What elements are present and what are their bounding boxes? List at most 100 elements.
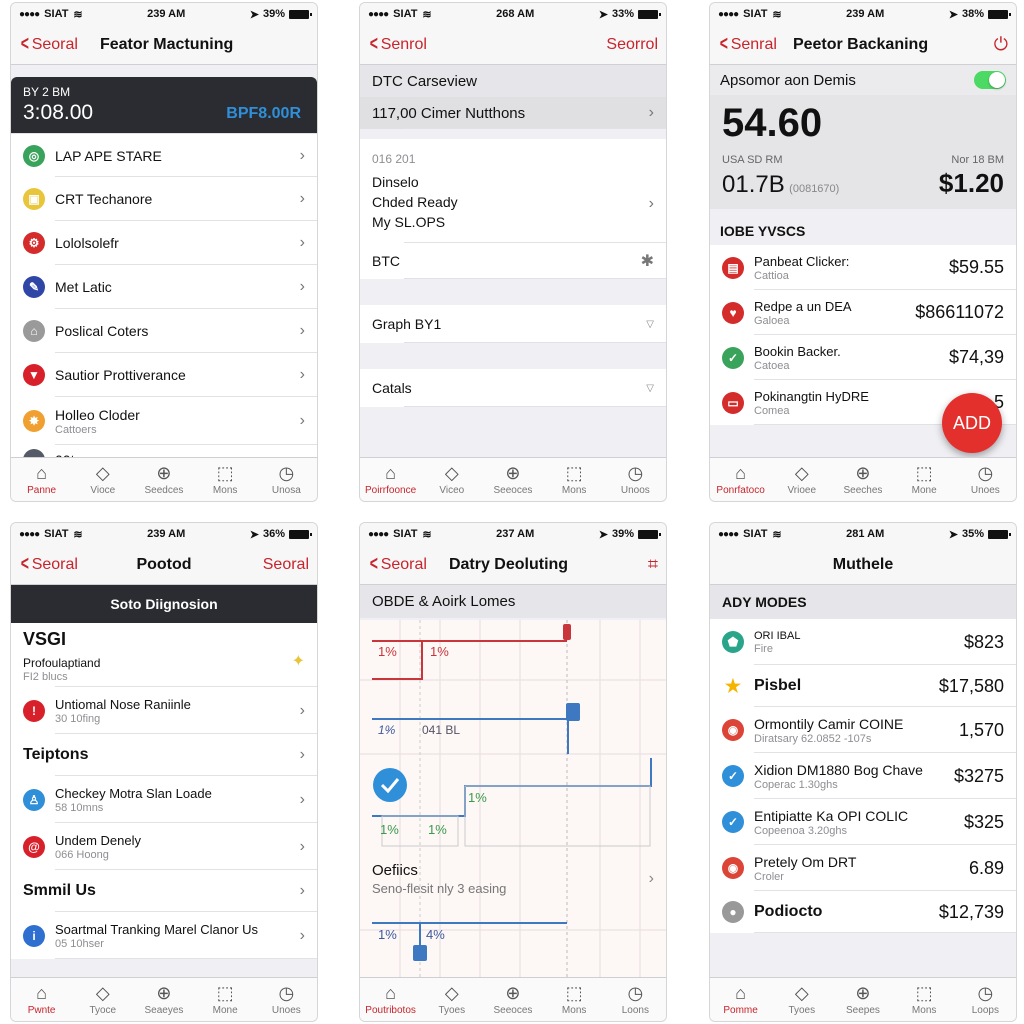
grid-globe-icon: ⊕ xyxy=(505,983,521,1003)
chevron-left-icon: < xyxy=(369,553,378,575)
home-icon: ⌂ xyxy=(735,463,747,483)
tab-diamond[interactable]: ◇ Tyoce xyxy=(75,983,131,1016)
tab-bar: ⌂ Pwnte ◇ Tyoce ⊕ Seaeyes ⬚ Mone ◷ Unoes xyxy=(11,977,317,1021)
tab-chart[interactable]: ⬚ Mons xyxy=(546,463,602,496)
list-item[interactable]: ✎ Met Latic › xyxy=(11,265,317,309)
tab-home[interactable]: ⌂ Pomme xyxy=(713,983,769,1016)
list-item[interactable]: ♙ Checkey Motra Slan Loade 58 10mns › xyxy=(11,776,317,823)
list-item[interactable]: ◎ LAP APE STARE › xyxy=(11,133,317,177)
vsgi-card[interactable]: VSGI Profoulaptiand FI2 blucs ✦ xyxy=(11,623,317,687)
crop-icon[interactable]: ⌗ xyxy=(648,554,658,575)
check-circle-icon[interactable] xyxy=(373,768,407,802)
item-title: Ormontily Camir COINE xyxy=(754,715,904,732)
add-button[interactable]: ADD xyxy=(942,393,1002,453)
banner-label: BY 2 BM xyxy=(23,85,71,99)
tab-home[interactable]: ⌂ Panne xyxy=(14,463,70,496)
list-item[interactable]: @ Undem Denely 066 Hoong › xyxy=(11,823,317,870)
list-item[interactable]: ◉ Pretely Om DRT Croler 6.89 xyxy=(710,845,1016,891)
tab-chart[interactable]: ⬚ Mons xyxy=(197,463,253,496)
toggle-switch[interactable] xyxy=(974,71,1006,89)
tab-chart[interactable]: ⬚ Mons xyxy=(896,983,952,1016)
list-item[interactable]: ♥ Redpe a un DEA Galoea $86611072 xyxy=(710,290,1016,335)
list-item[interactable]: ✓ Entipiatte Ka OPI COLIC Copeenoa 3.20ghs… xyxy=(710,799,1016,845)
tab-clock[interactable]: ◷ Unoes xyxy=(957,463,1013,496)
step-series xyxy=(372,758,652,817)
tab-home[interactable]: ⌂ Poirrfoonce xyxy=(363,463,419,496)
tab-diamond[interactable]: ◇ Vioce xyxy=(75,463,131,496)
nav-right-button[interactable]: Seoral xyxy=(263,556,309,574)
tab-clock[interactable]: ◷ Unoes xyxy=(258,983,314,1016)
bottom-marker[interactable] xyxy=(413,945,427,961)
tab-diamond[interactable]: ◇ Viceo xyxy=(424,463,480,496)
list-item[interactable]: ★ Pisbel $17,580 xyxy=(710,665,1016,707)
list-item[interactable]: ✸ Holleo Cloder Cattoers › xyxy=(11,397,317,445)
chevron-right-icon: › xyxy=(299,322,305,339)
list-item[interactable]: ⚙ Lololsolefr › xyxy=(11,221,317,265)
list-item[interactable]: ▣ CRT Techanore › xyxy=(11,177,317,221)
section-row[interactable]: Teiptons › xyxy=(11,734,317,776)
nav-right-button[interactable]: Seorrol xyxy=(606,36,658,54)
tab-grid-globe[interactable]: ⊕ Seeches xyxy=(835,463,891,496)
list-item[interactable]: ◉ Ormontily Camir COINE Diratsary 62.0852 … xyxy=(710,707,1016,753)
tab-clock[interactable]: ◷ Loops xyxy=(957,983,1013,1016)
tab-diamond[interactable]: ◇ Vrioee xyxy=(774,463,830,496)
list-item[interactable]: ⬟ ORI IBAL Fire $823 xyxy=(710,619,1016,665)
banner-accent[interactable]: BPF8.00R xyxy=(226,105,301,123)
tab-label: Seaeyes xyxy=(144,1005,184,1016)
battery-percent: 38% xyxy=(961,8,984,20)
tab-grid-globe[interactable]: ⊕ Seepes xyxy=(835,983,891,1016)
status-block[interactable]: 016 201 Dinselo Chded Ready My SL.OPS › xyxy=(360,139,666,243)
section-row[interactable]: Smmil Us › xyxy=(11,870,317,912)
item-title: Podiocto xyxy=(754,903,823,920)
power-icon[interactable]: ⏻ xyxy=(994,34,1008,55)
tab-grid-globe[interactable]: ⊕ Seaeyes xyxy=(136,983,192,1016)
tab-chart[interactable]: ⬚ Mone xyxy=(197,983,253,1016)
item-title: Pisbel xyxy=(754,677,802,694)
list-item[interactable]: ! Untiomal Nose Raniinle 30 10fing › xyxy=(11,687,317,734)
tab-home[interactable]: ⌂ Ponrfatoco xyxy=(713,463,769,496)
chrome-icon: ◉ xyxy=(722,719,744,741)
section-graph[interactable]: Graph BY1 ▽ xyxy=(360,305,666,343)
tab-clock[interactable]: ◷ Unoos xyxy=(607,463,663,496)
signal-icon: ●●●● xyxy=(19,8,40,20)
tab-chart[interactable]: ⬚ Mone xyxy=(896,463,952,496)
tab-diamond[interactable]: ◇ Tyoes xyxy=(424,983,480,1016)
camera-icon: ● xyxy=(722,901,744,923)
tab-home[interactable]: ⌂ Pwnte xyxy=(14,983,70,1016)
back-button[interactable]: < Seoral xyxy=(19,33,78,56)
list-item[interactable]: ✓ Xidion DM1880 Bog Chave Coperac 1.30ghs $… xyxy=(710,753,1016,799)
tab-clock[interactable]: ◷ Loons xyxy=(607,983,663,1016)
clock: 239 AM xyxy=(846,8,885,20)
back-button[interactable]: < Senrol xyxy=(368,33,427,56)
tab-home[interactable]: ⌂ Poutribotos xyxy=(363,983,419,1016)
clock: 239 AM xyxy=(147,8,186,20)
btc-row[interactable]: BTC ✱ xyxy=(360,243,666,279)
back-button[interactable]: < Seoral xyxy=(368,553,427,576)
blue-marker[interactable] xyxy=(566,703,580,721)
tab-clock[interactable]: ◷ Unosa xyxy=(258,463,314,496)
chart-label: 4% xyxy=(426,927,445,942)
chevron-right-icon: › xyxy=(299,701,305,719)
list-item[interactable]: ⌂ Poslical Coters › xyxy=(11,309,317,353)
list-item[interactable]: i Soartmal Tranking Marel Clanor Us 05 10h… xyxy=(11,912,317,959)
list-item[interactable]: ✓ Bookin Backer. Catoea $74,39 xyxy=(710,335,1016,380)
tab-label: Seeches xyxy=(843,485,883,496)
section-catals[interactable]: Catals ▽ xyxy=(360,369,666,407)
list-item[interactable]: ● Podiocto $12,739 xyxy=(710,891,1016,933)
oefiics-row[interactable]: Oefiics Seno-flesit nly 3 easing › xyxy=(360,852,666,906)
highlight-row[interactable]: 117,00 Cimer Nutthons › xyxy=(360,97,666,129)
tab-grid-globe[interactable]: ⊕ Seeoces xyxy=(485,983,541,1016)
back-button[interactable]: < Seoral xyxy=(19,553,78,576)
status-bar: ●●●● SIAT ≋ 281 AM ➤ 35% xyxy=(710,523,1016,545)
tab-grid-globe[interactable]: ⊕ Seedces xyxy=(136,463,192,496)
nav-bar: < Senral Peetor Backaning ⏻ xyxy=(710,25,1016,65)
summary-banner: BY 2 BM 3:08.00 BPF8.00R xyxy=(11,77,317,133)
tab-grid-globe[interactable]: ⊕ Seeoces xyxy=(485,463,541,496)
red-marker[interactable] xyxy=(563,624,571,640)
list-item[interactable]: ▤ Panbeat Clicker: Cattioa $59.55 xyxy=(710,245,1016,290)
item-title: Pretely Om DRT xyxy=(754,853,857,870)
tab-chart[interactable]: ⬚ Mons xyxy=(546,983,602,1016)
list-item[interactable]: ▼ Sautior Prottiverance › xyxy=(11,353,317,397)
back-button[interactable]: < Senral xyxy=(718,33,777,56)
tab-diamond[interactable]: ◇ Tyoes xyxy=(774,983,830,1016)
